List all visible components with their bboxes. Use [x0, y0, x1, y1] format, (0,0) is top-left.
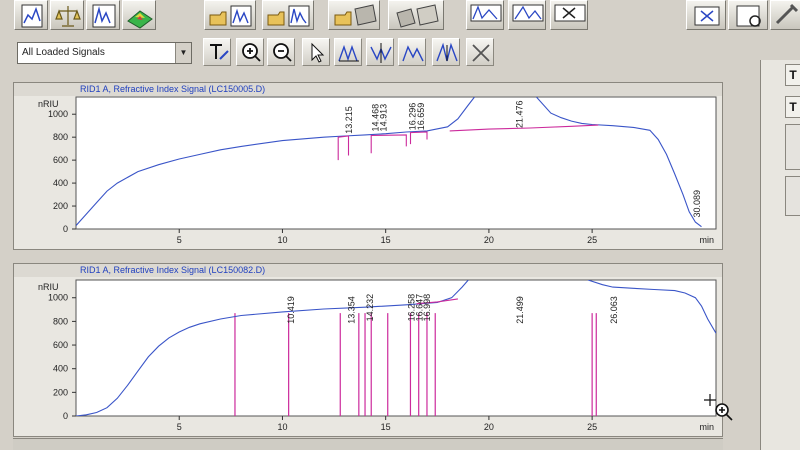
- y-tick-label: 0: [63, 224, 68, 234]
- chart-2[interactable]: nRIU020040060080010005 10 15 20 25 min10.419 1…: [14, 264, 724, 438]
- side-button[interactable]: [785, 124, 800, 170]
- chart-1[interactable]: nRIU 0 200 400 600 800 1000 5 10 15 20 25 min 13.215 1…: [14, 83, 724, 251]
- report-icon[interactable]: [728, 0, 768, 30]
- x-axis-label: min: [699, 235, 714, 245]
- status-bar: [13, 438, 723, 450]
- zoom-cursor-icon: [704, 394, 733, 421]
- x-tick-label: 10: [277, 422, 287, 432]
- peak-view-icon[interactable]: [508, 0, 546, 30]
- open-method-icon[interactable]: [328, 0, 380, 30]
- x-tick-label: 5: [177, 422, 182, 432]
- x-tick-label: 10: [277, 235, 287, 245]
- chevron-down-icon[interactable]: ▼: [175, 43, 191, 63]
- integrate-icon[interactable]: [466, 0, 504, 30]
- zoom-in-icon[interactable]: [236, 38, 264, 66]
- close-window-icon[interactable]: [550, 0, 588, 30]
- signal-select-value: All Loaded Signals: [22, 47, 105, 58]
- data-analysis-icon[interactable]: [14, 0, 48, 30]
- text-tool-icon[interactable]: [203, 38, 231, 66]
- x-tick-label: 15: [381, 235, 391, 245]
- peak-tangent-icon[interactable]: [398, 38, 426, 66]
- side-text-button-2[interactable]: T: [785, 96, 800, 118]
- chart-panel-1: RID1 A, Refractive Index Signal (LC15000…: [13, 82, 723, 250]
- print-icon[interactable]: [686, 0, 726, 30]
- x-tick-label: 15: [381, 422, 391, 432]
- peak-label: 21.499: [515, 296, 525, 324]
- side-button-2[interactable]: [785, 176, 800, 216]
- y-tick-label: 600: [53, 340, 68, 350]
- peak-label: 16.998: [422, 294, 432, 322]
- y-tick-label: 1000: [48, 109, 68, 119]
- side-text-button[interactable]: T: [785, 64, 800, 86]
- peak-drop-icon[interactable]: [366, 38, 394, 66]
- load-signal-icon[interactable]: [204, 0, 256, 30]
- right-panel: [760, 60, 800, 450]
- peak-label: 30.089: [692, 190, 702, 218]
- y-axis-label: nRIU: [38, 99, 59, 109]
- x-tick-label: 20: [484, 235, 494, 245]
- y-axis-label: nRIU: [38, 282, 59, 292]
- peak-label: 21.476: [514, 100, 524, 128]
- peak-label: 10.419: [286, 296, 296, 324]
- save-method-icon[interactable]: [388, 0, 444, 30]
- y-tick-label: 200: [53, 387, 68, 397]
- y-tick-label: 200: [53, 201, 68, 211]
- chemstation-window: All Loaded Signals ▼ T T RID1 A, Refract…: [0, 0, 800, 450]
- peak-label: 14.913: [379, 104, 389, 132]
- y-tick-label: 400: [53, 178, 68, 188]
- zoom-out-icon[interactable]: [267, 38, 295, 66]
- peak-label: 13.215: [344, 106, 354, 134]
- peak-split-icon[interactable]: [432, 38, 460, 66]
- x-tick-label: 25: [587, 422, 597, 432]
- y-tick-label: 0: [63, 411, 68, 421]
- signal-select[interactable]: All Loaded Signals ▼: [17, 42, 192, 64]
- peak-label: 16.659: [416, 103, 426, 131]
- y-tick-label: 1000: [48, 293, 68, 303]
- spectrum-3d-icon[interactable]: [122, 0, 156, 30]
- x-tick-label: 25: [587, 235, 597, 245]
- y-tick-label: 800: [53, 316, 68, 326]
- y-tick-label: 400: [53, 364, 68, 374]
- y-tick-label: 800: [53, 132, 68, 142]
- x-tick-label: 20: [484, 422, 494, 432]
- delete-peak-icon[interactable]: [466, 38, 494, 66]
- load-multi-signal-icon[interactable]: [262, 0, 314, 30]
- y-tick-label: 600: [53, 155, 68, 165]
- chart-panel-2: RID1 A, Refractive Index Signal (LC15008…: [13, 263, 723, 437]
- peak-baseline-icon[interactable]: [334, 38, 362, 66]
- select-pointer-icon[interactable]: [302, 38, 330, 66]
- peak-label: 14.232: [365, 294, 375, 322]
- peak-label: 13.354: [347, 296, 357, 324]
- calibration-scale-icon[interactable]: [50, 0, 84, 30]
- plot-area: [75, 96, 717, 230]
- x-tick-label: 5: [177, 235, 182, 245]
- chromatogram-icon[interactable]: [86, 0, 120, 30]
- peak-label: 26.063: [609, 296, 619, 324]
- plot-area: [75, 279, 717, 417]
- tools-icon[interactable]: [770, 0, 800, 30]
